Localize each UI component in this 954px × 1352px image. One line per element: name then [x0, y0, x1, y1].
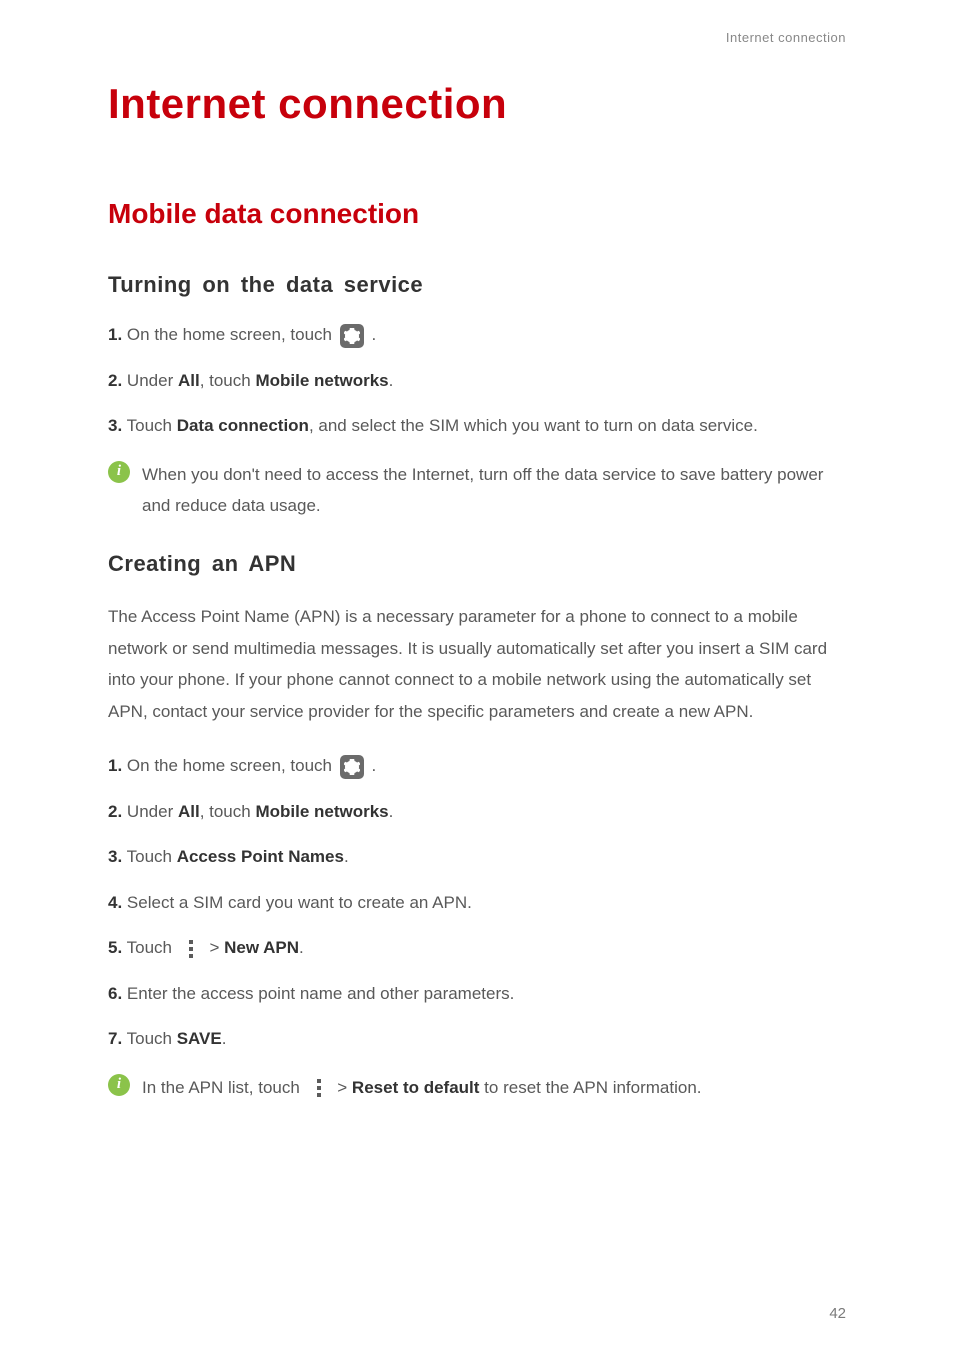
step-5: 5. Touch > New APN.: [108, 935, 846, 961]
step-1: 1. On the home screen, touch .: [108, 322, 846, 348]
step-text: , touch: [200, 371, 256, 390]
label-reset-default: Reset to default: [352, 1078, 480, 1097]
step-6: 6. Enter the access point name and other…: [108, 981, 846, 1007]
section-title: Mobile data connection: [108, 198, 846, 230]
step-text: On the home screen, touch: [127, 756, 337, 775]
step-text: Touch: [127, 847, 177, 866]
info-icon-wrap: [108, 1074, 132, 1101]
subsection-title: Turning on the data service: [108, 272, 846, 298]
step-number: 4.: [108, 893, 122, 912]
note-text-a: In the APN list, touch: [142, 1078, 305, 1097]
step-7: 7. Touch SAVE.: [108, 1026, 846, 1052]
label-all: All: [178, 371, 200, 390]
info-icon-wrap: [108, 461, 132, 488]
intro-paragraph: The Access Point Name (APN) is a necessa…: [108, 601, 846, 727]
info-icon: [108, 461, 130, 483]
step-text: .: [371, 325, 376, 344]
step-text: Enter the access point name and other pa…: [127, 984, 514, 1003]
step-number: 2.: [108, 371, 122, 390]
label-mobile-networks: Mobile networks: [255, 371, 388, 390]
step-2: 2. Under All, touch Mobile networks.: [108, 799, 846, 825]
step-text: , touch: [200, 802, 256, 821]
step-text: .: [389, 802, 394, 821]
info-note: When you don't need to access the Intern…: [108, 459, 846, 522]
step-number: 3.: [108, 416, 122, 435]
label-save: SAVE: [177, 1029, 222, 1048]
header-label: Internet connection: [726, 30, 846, 45]
more-menu-icon: [183, 939, 199, 959]
label-access-point-names: Access Point Names: [177, 847, 344, 866]
more-menu-icon: [311, 1078, 327, 1098]
step-text: On the home screen, touch: [127, 325, 337, 344]
settings-icon: [340, 755, 364, 779]
step-text: Under: [127, 802, 178, 821]
label-new-apn: New APN: [224, 938, 299, 957]
note-text-b: to reset the APN information.: [479, 1078, 701, 1097]
step-text: Select a SIM card you want to create an …: [127, 893, 472, 912]
info-note: In the APN list, touch > Reset to defaul…: [108, 1072, 846, 1103]
page-number: 42: [829, 1305, 846, 1322]
step-number: 1.: [108, 756, 122, 775]
step-3: 3. Touch Data connection, and select the…: [108, 413, 846, 439]
step-text: >: [209, 938, 224, 957]
subsection-creating-apn: Creating an APN The Access Point Name (A…: [108, 551, 846, 1103]
chapter-title: Internet connection: [108, 80, 846, 128]
step-number: 3.: [108, 847, 122, 866]
info-icon: [108, 1074, 130, 1096]
step-4: 4. Select a SIM card you want to create …: [108, 890, 846, 916]
step-text: .: [344, 847, 349, 866]
step-text: .: [371, 756, 376, 775]
step-number: 6.: [108, 984, 122, 1003]
step-1: 1. On the home screen, touch .: [108, 753, 846, 779]
note-gt: >: [337, 1078, 352, 1097]
step-3: 3. Touch Access Point Names.: [108, 844, 846, 870]
step-text: Touch: [127, 938, 177, 957]
label-mobile-networks: Mobile networks: [255, 802, 388, 821]
step-number: 2.: [108, 802, 122, 821]
step-text: , and select the SIM which you want to t…: [309, 416, 758, 435]
step-text: Touch: [127, 1029, 177, 1048]
step-text: Under: [127, 371, 178, 390]
step-number: 1.: [108, 325, 122, 344]
subsection-turning-on: Turning on the data service 1. On the ho…: [108, 272, 846, 521]
label-all: All: [178, 802, 200, 821]
step-text: .: [389, 371, 394, 390]
note-text: When you don't need to access the Intern…: [142, 459, 846, 522]
settings-icon: [340, 324, 364, 348]
step-text: .: [299, 938, 304, 957]
subsection-title: Creating an APN: [108, 551, 846, 577]
step-2: 2. Under All, touch Mobile networks.: [108, 368, 846, 394]
step-number: 7.: [108, 1029, 122, 1048]
note-text: In the APN list, touch > Reset to defaul…: [142, 1072, 702, 1103]
step-text: .: [222, 1029, 227, 1048]
step-number: 5.: [108, 938, 122, 957]
step-text: Touch: [127, 416, 177, 435]
label-data-connection: Data connection: [177, 416, 309, 435]
